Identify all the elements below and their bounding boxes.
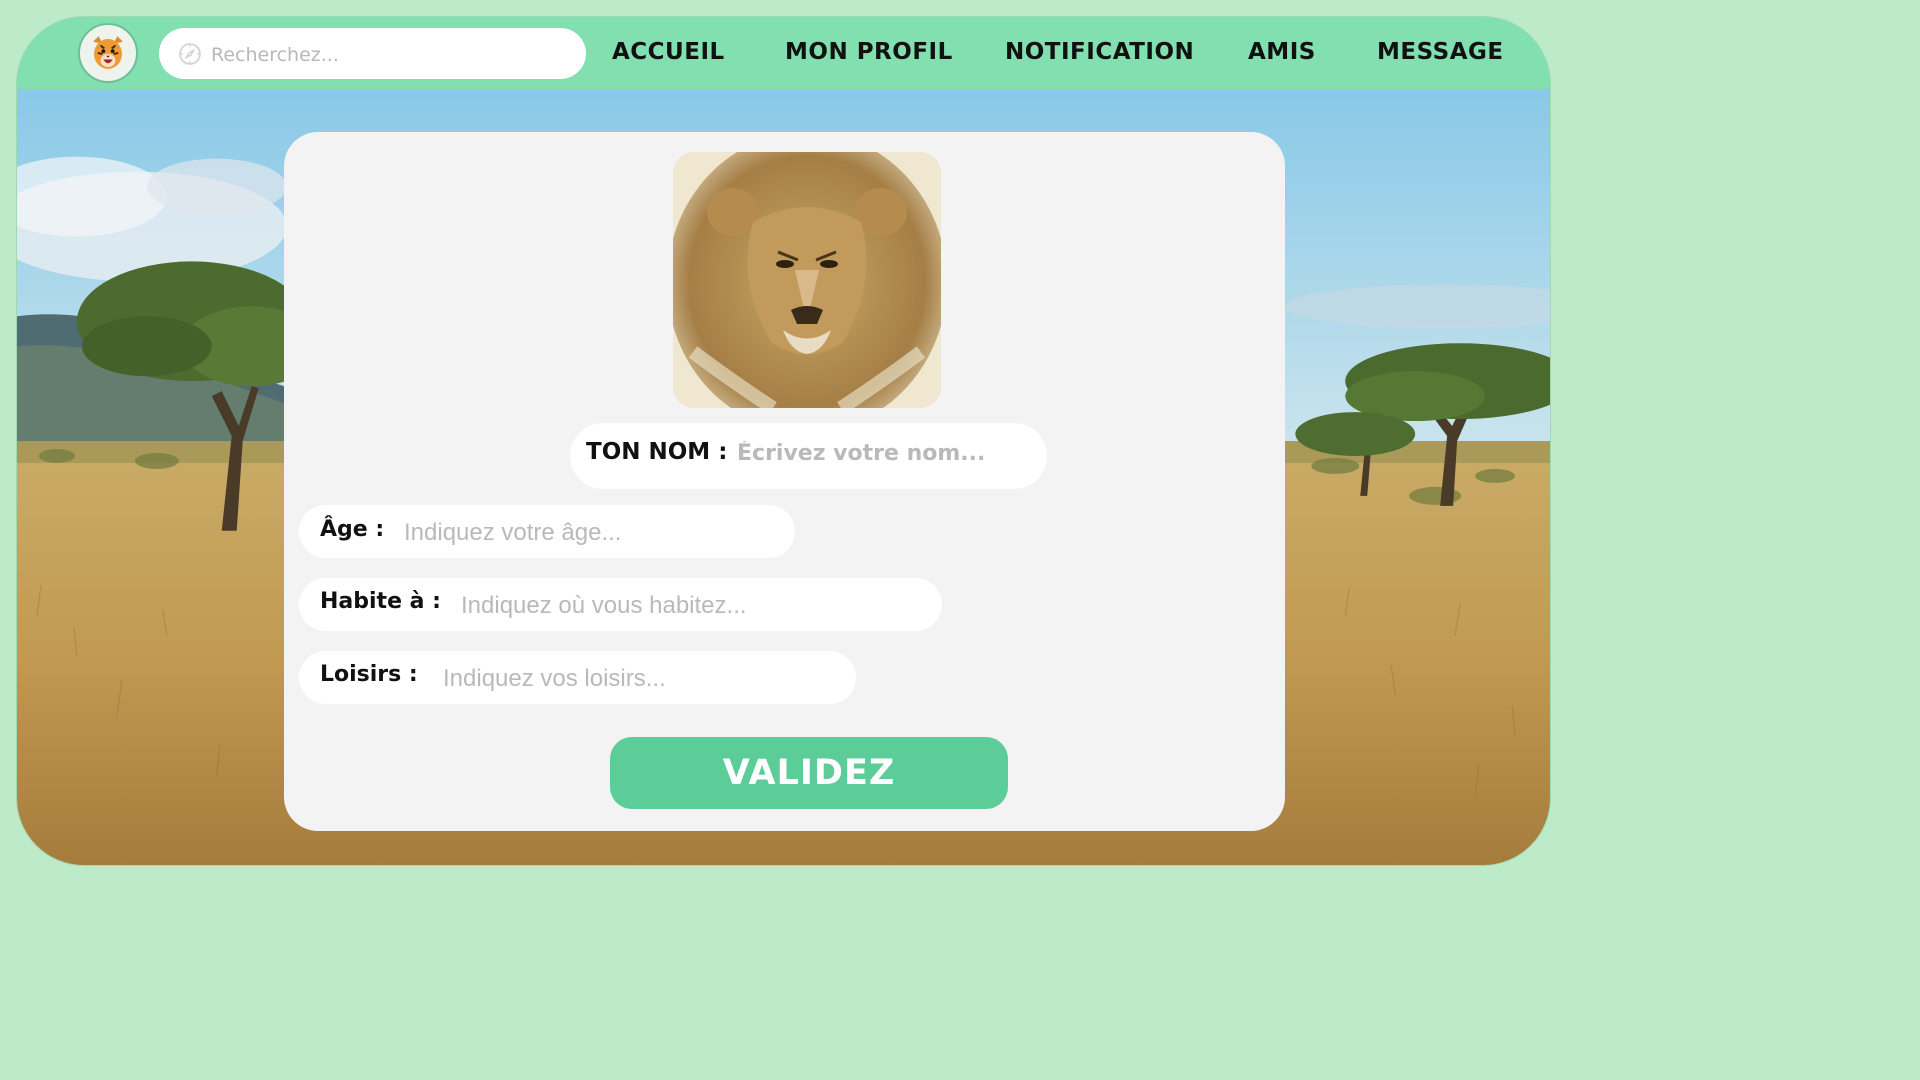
hobbies-field-pill: Loisirs : — [299, 651, 856, 706]
age-label: Âge : — [320, 517, 385, 542]
age-input[interactable] — [402, 505, 786, 560]
validate-button[interactable]: VALIDEZ — [610, 737, 1008, 809]
compass-icon — [179, 43, 201, 65]
name-field-pill: TON NOM : — [570, 423, 1047, 489]
name-input[interactable] — [735, 423, 1029, 483]
city-field-pill: Habite à : — [299, 578, 942, 633]
app-window: ACCUEIL MON PROFIL NOTIFICATION AMIS MES… — [16, 16, 1551, 866]
city-input[interactable] — [459, 578, 933, 633]
profile-photo[interactable] — [673, 152, 941, 408]
city-label: Habite à : — [320, 589, 441, 614]
name-label: TON NOM : — [586, 439, 728, 465]
nav-accueil[interactable]: ACCUEIL — [612, 39, 725, 65]
top-navbar: ACCUEIL MON PROFIL NOTIFICATION AMIS MES… — [17, 17, 1550, 89]
nav-amis[interactable]: AMIS — [1248, 39, 1316, 65]
age-field-pill: Âge : — [299, 505, 795, 560]
profile-form-card: TON NOM : Âge : Habite à : Loisirs : VAL… — [284, 132, 1285, 831]
nav-mon-profil[interactable]: MON PROFIL — [785, 39, 953, 65]
search-bar — [159, 28, 586, 81]
search-input[interactable] — [209, 28, 573, 81]
tiger-logo-icon[interactable] — [78, 23, 138, 83]
hobbies-input[interactable] — [441, 651, 845, 706]
hobbies-label: Loisirs : — [320, 662, 418, 687]
nav-message[interactable]: MESSAGE — [1377, 39, 1504, 65]
nav-notification[interactable]: NOTIFICATION — [1005, 39, 1194, 65]
